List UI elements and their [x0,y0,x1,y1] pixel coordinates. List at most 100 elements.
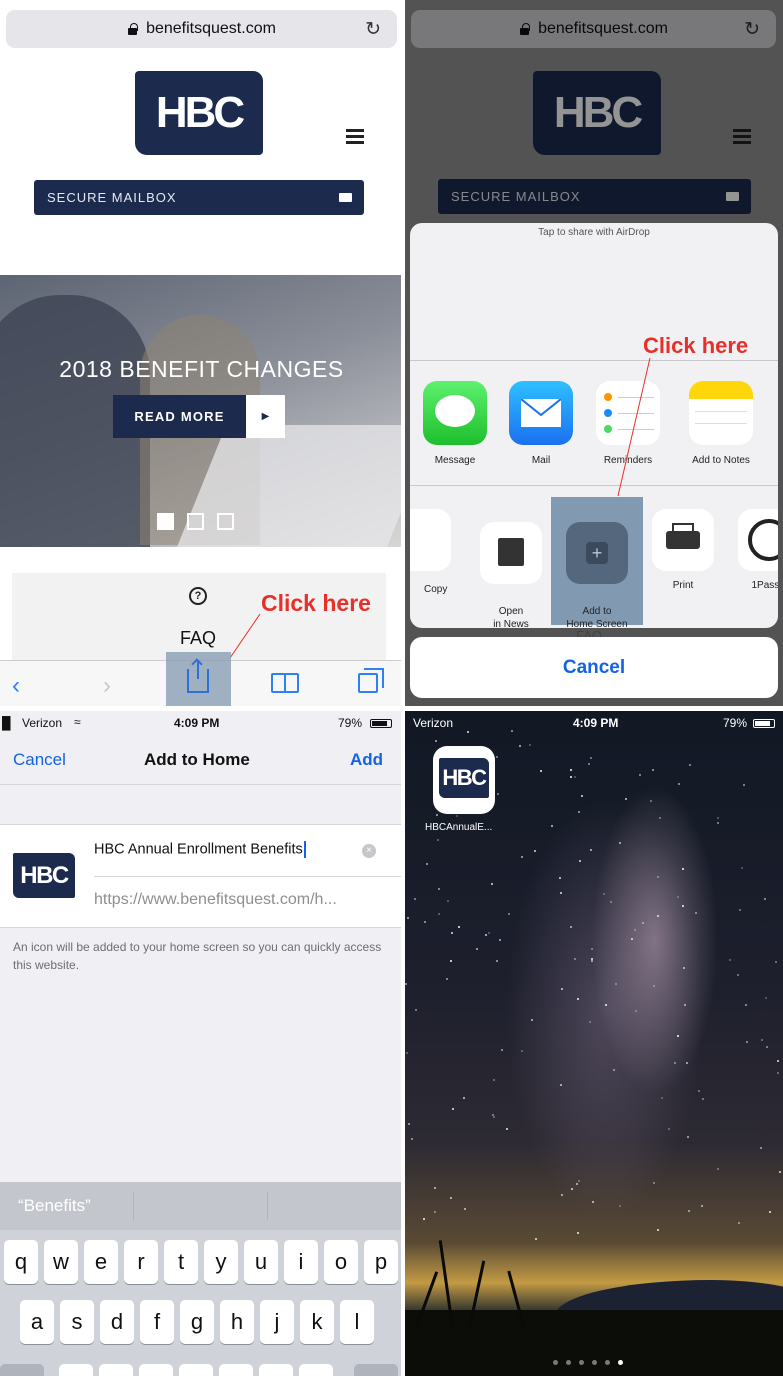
reload-icon[interactable]: ↻ [365,18,381,41]
name-field[interactable]: HBC Annual Enrollment Benefits [94,841,354,858]
star [574,776,576,778]
star [677,1035,679,1037]
forward-icon[interactable]: › [103,672,111,700]
key-c[interactable] [139,1364,173,1376]
key-n[interactable] [259,1364,293,1376]
share-cancel-button[interactable]: Cancel [410,637,778,698]
key-t[interactable]: t [164,1240,198,1284]
star [775,961,777,963]
site-icon: HBC [439,758,489,798]
app-label: Add to Notes [692,455,750,466]
star [438,888,440,890]
action-1password[interactable]: 1Passw [734,509,778,592]
key-g[interactable]: g [180,1300,214,1344]
key-e[interactable]: e [84,1240,118,1284]
key-x[interactable] [99,1364,133,1376]
key-f[interactable]: f [140,1300,174,1344]
action-add-to-home-screen[interactable]: + Add to Home Screen [562,509,632,628]
callout-pointer-line [617,357,651,497]
safari-panel: benefitsquest.com ↻ HBC SECURE MAILBOX 2… [0,0,403,708]
site-icon: HBC [13,853,75,898]
key-i[interactable]: i [284,1240,318,1284]
star [496,756,498,758]
clock: 4:09 PM [174,716,220,730]
message-icon [423,381,487,445]
lock-icon [127,23,138,35]
key-u[interactable]: u [244,1240,278,1284]
star [581,795,583,797]
carousel-dot[interactable] [157,513,174,530]
key-z[interactable] [59,1364,93,1376]
star [592,1201,594,1203]
star [743,784,745,786]
add-button[interactable]: Add [350,750,383,770]
key-w[interactable]: w [44,1240,78,1284]
clock: 4:09 PM [573,716,619,730]
read-more-button[interactable]: READ MORE ▶ [113,395,285,438]
star [702,1098,704,1100]
star [610,901,612,903]
back-icon[interactable]: ‹ [12,672,20,700]
bookmark-form: HBC HBC Annual Enrollment Benefits × htt… [0,824,403,928]
key-q[interactable]: q [4,1240,38,1284]
share-app-notes[interactable]: Add to Notes [681,381,761,466]
key-v[interactable] [179,1364,213,1376]
cancel-button[interactable]: Cancel [13,750,66,770]
key-h[interactable]: h [220,1300,254,1344]
star [657,915,659,917]
star [570,769,572,771]
action-open-in-news[interactable]: Open in News [476,509,546,628]
star [677,896,679,898]
star [559,877,561,879]
carousel-dot[interactable] [187,513,204,530]
star [588,763,590,765]
hbc-logo[interactable]: HBC [135,71,263,155]
share-icon[interactable] [187,661,209,693]
key-o[interactable]: o [324,1240,358,1284]
star [695,912,697,914]
clear-text-icon[interactable]: × [362,844,376,858]
carousel-dot[interactable] [217,513,234,530]
key-b[interactable] [219,1364,253,1376]
action-copy[interactable]: Copy [410,509,460,595]
carousel-dots[interactable] [157,513,234,530]
key-r[interactable]: r [124,1240,158,1284]
star [659,817,661,819]
delete-key[interactable] [354,1364,398,1376]
key-j[interactable]: j [260,1300,294,1344]
star [674,1062,676,1064]
action-label: Print [672,580,694,591]
key-a[interactable]: a [20,1300,54,1344]
star [521,856,523,858]
bookmarks-icon[interactable] [271,673,299,693]
star [682,868,684,870]
news-icon [480,522,542,584]
page-indicator[interactable] [553,1360,623,1365]
star [764,898,766,900]
key-k[interactable]: k [300,1300,334,1344]
predictive-bar: “Benefits” [0,1182,403,1230]
address-bar[interactable]: benefitsquest.com ↻ [6,10,397,48]
key-y[interactable]: y [204,1240,238,1284]
key-p[interactable]: p [364,1240,398,1284]
key-s[interactable]: s [60,1300,94,1344]
key-l[interactable]: l [340,1300,374,1344]
share-app-message[interactable]: Message [422,381,488,466]
star [652,769,654,771]
action-print[interactable]: Print [648,509,718,592]
key-d[interactable]: d [100,1300,134,1344]
key-m[interactable] [299,1364,333,1376]
share-app-mail[interactable]: Mail [508,381,574,466]
secure-mailbox-button[interactable]: SECURE MAILBOX [34,180,364,215]
hbc-app-icon[interactable]: HBC [433,746,495,814]
suggestion[interactable]: “Benefits” [18,1196,91,1216]
star [407,917,409,919]
nav-divider [0,784,403,785]
hamburger-menu-icon[interactable] [346,129,364,144]
logo-text: HBC [155,88,245,137]
text-cursor [303,841,306,858]
star [717,1168,719,1170]
star [605,1004,607,1006]
tabs-icon[interactable] [358,668,384,693]
shift-key[interactable] [0,1364,44,1376]
